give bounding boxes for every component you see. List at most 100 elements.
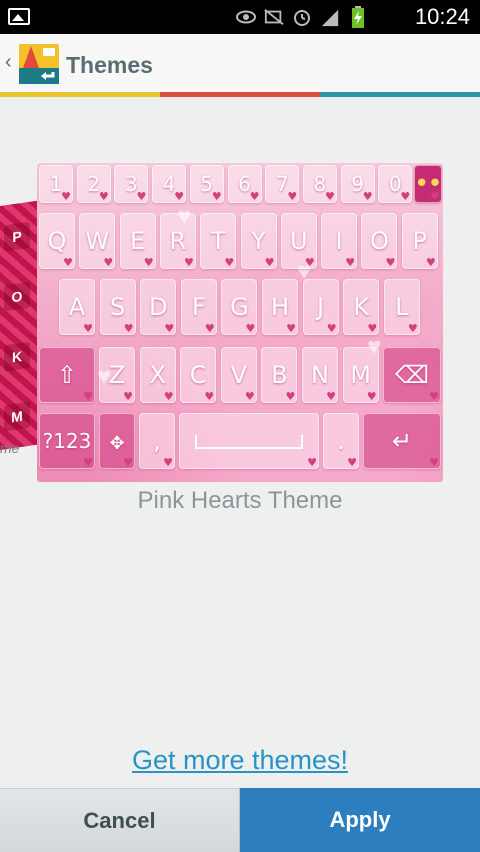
action-bar: ‹ Themes bbox=[0, 34, 480, 92]
accent-stripes bbox=[0, 92, 480, 97]
letter-key: K ♥ bbox=[343, 279, 380, 335]
side-key: P bbox=[4, 221, 30, 252]
heart-icon: ♥ bbox=[325, 190, 335, 203]
key-label: N bbox=[311, 361, 329, 389]
more-options-key: •••♥ bbox=[414, 165, 443, 203]
move-cursor-icon: ✥ bbox=[109, 433, 125, 454]
heart-icon: ♥ bbox=[204, 322, 215, 335]
heart-icon: ♥ bbox=[326, 322, 337, 335]
letter-key: P ♥ bbox=[401, 213, 438, 269]
letter-key: F ♥ bbox=[180, 279, 217, 335]
letter-key: S ♥ bbox=[99, 279, 136, 335]
letter-key: C ♥ bbox=[180, 347, 217, 403]
period-key: . ♥ bbox=[323, 413, 359, 469]
letter-key: O ♥ bbox=[361, 213, 398, 269]
heart-icon: ♥ bbox=[304, 256, 315, 269]
get-more-themes-link[interactable]: Get more themes! bbox=[0, 745, 480, 776]
letter-key: I ♥ bbox=[321, 213, 358, 269]
key-label: M bbox=[350, 361, 371, 389]
heart-icon: ♥ bbox=[345, 256, 356, 269]
letter-key: T ♥ bbox=[200, 213, 237, 269]
heart-icon: ♥ bbox=[285, 390, 296, 403]
previous-theme-preview[interactable]: P O K M bbox=[0, 200, 38, 450]
theme-preview-keyboard[interactable]: ♥ ♥ ♥ ♥ 1♥2♥3♥4♥5♥6♥7♥8♥9♥0♥•••♥Q♥W♥E♥R♥… bbox=[37, 163, 443, 482]
enter-key: ↵ ♥ bbox=[363, 413, 441, 469]
key-label: ?123 bbox=[42, 429, 92, 453]
key-label: O bbox=[369, 227, 389, 255]
number-key: 9 ♥ bbox=[340, 165, 375, 203]
key-label: I bbox=[335, 227, 343, 255]
symbols-key: ?123 ♥ bbox=[39, 413, 95, 469]
button-bar: Cancel Apply bbox=[0, 788, 480, 852]
heart-icon: ♥ bbox=[326, 390, 336, 403]
number-key: 1 ♥ bbox=[39, 165, 73, 203]
status-bar: 10:24 bbox=[0, 0, 480, 34]
letter-key: D ♥ bbox=[140, 279, 177, 335]
letter-key: A ♥ bbox=[59, 279, 95, 335]
heart-icon: ♥ bbox=[184, 256, 194, 269]
heart-icon: ♥ bbox=[123, 322, 134, 335]
letter-key: G ♥ bbox=[221, 279, 258, 335]
key-label: T bbox=[210, 227, 226, 255]
heart-icon: ♥ bbox=[385, 256, 396, 269]
key-label: E bbox=[130, 227, 146, 255]
heart-icon: ♥ bbox=[425, 256, 436, 269]
heart-icon: ♥ bbox=[136, 190, 147, 203]
page-title: Themes bbox=[66, 52, 153, 78]
heart-icon: ♥ bbox=[163, 390, 174, 403]
heart-icon: ♥ bbox=[286, 322, 296, 335]
letter-key: W ♥ bbox=[79, 213, 116, 269]
heart-icon: ♥ bbox=[123, 456, 133, 469]
theme-name: Pink Hearts Theme bbox=[137, 487, 343, 514]
stripe-teal bbox=[320, 92, 480, 97]
number-key: 0 ♥ bbox=[378, 165, 413, 203]
heart-icon: ♥ bbox=[123, 390, 133, 403]
key-label: X bbox=[149, 361, 166, 389]
number-key: 8 ♥ bbox=[302, 165, 337, 203]
letter-key: Y ♥ bbox=[240, 213, 277, 269]
heart-icon: ♥ bbox=[264, 256, 275, 269]
heart-icon: ♥ bbox=[63, 256, 73, 269]
key-label: Z bbox=[108, 361, 126, 389]
heart-icon: ♥ bbox=[143, 256, 154, 269]
side-key: K bbox=[4, 341, 30, 372]
backspace-key: ⌫ ♥ bbox=[383, 347, 441, 403]
key-label: C bbox=[189, 361, 207, 389]
heart-icon: ♥ bbox=[98, 190, 109, 203]
heart-icon: ♥ bbox=[287, 190, 298, 203]
key-label: H bbox=[270, 293, 290, 321]
alarm-icon bbox=[292, 7, 312, 27]
letter-key: U ♥ bbox=[280, 213, 317, 269]
letter-key: J ♥ bbox=[302, 279, 339, 335]
cursor-move-key: ✥ ♥ bbox=[99, 413, 135, 469]
heart-icon: ♥ bbox=[430, 190, 440, 203]
number-key: 7 ♥ bbox=[265, 165, 300, 203]
signal-icon bbox=[320, 7, 340, 27]
clock: 10:24 bbox=[414, 4, 470, 29]
heart-icon: ♥ bbox=[362, 190, 373, 203]
heart-icon: ♥ bbox=[400, 190, 411, 203]
stripe-red bbox=[160, 92, 320, 97]
key-label: , bbox=[153, 427, 161, 455]
key-label: S bbox=[109, 293, 126, 321]
battery-charging-icon bbox=[348, 6, 368, 28]
key-label: R bbox=[169, 227, 187, 255]
space-bar-icon bbox=[195, 435, 303, 449]
key-label: F bbox=[191, 293, 206, 321]
heart-icon: ♥ bbox=[211, 190, 222, 203]
cancel-button[interactable]: Cancel bbox=[0, 788, 240, 852]
heart-icon: ♥ bbox=[347, 456, 357, 469]
eye-icon bbox=[236, 7, 256, 27]
back-chevron-icon[interactable]: ‹ bbox=[5, 50, 12, 74]
letter-key: N ♥ bbox=[302, 347, 338, 403]
key-label: B bbox=[271, 361, 288, 389]
apply-button[interactable]: Apply bbox=[240, 788, 480, 852]
enter-icon: ↵ bbox=[391, 427, 413, 455]
app-icon[interactable] bbox=[17, 42, 61, 86]
heart-icon: ♥ bbox=[367, 322, 378, 335]
heart-icon: ♥ bbox=[307, 456, 317, 469]
key-label: G bbox=[230, 293, 249, 321]
letter-key: L ♥ bbox=[383, 279, 420, 335]
heart-icon: ♥ bbox=[204, 390, 215, 403]
key-label: . bbox=[337, 427, 345, 455]
